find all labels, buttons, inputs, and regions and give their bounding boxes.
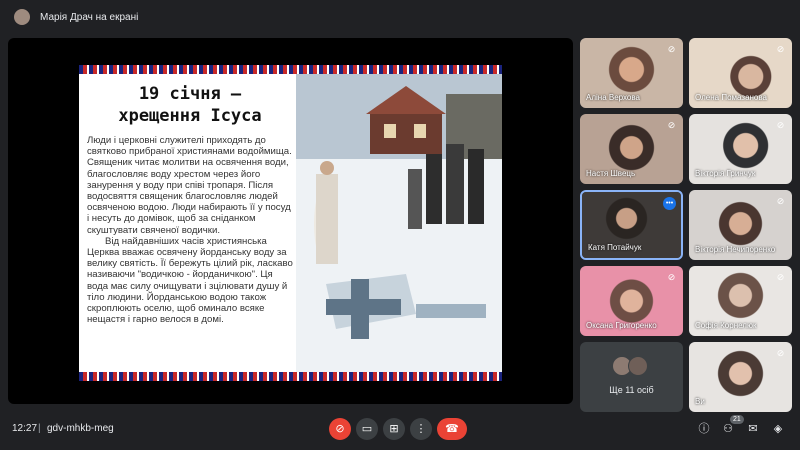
camera-icon[interactable]: ▭ [356, 418, 378, 440]
mic-off-icon: ⊘ [776, 272, 785, 282]
participant-name: Софія Корнелюк [695, 321, 757, 330]
participant-tile[interactable]: ⊘ Аліна Верхова [580, 38, 683, 108]
mic-off-icon: ⊘ [776, 348, 785, 358]
mic-off-icon: ⊘ [776, 120, 785, 130]
avatar [628, 356, 648, 376]
participant-tile[interactable]: ⊘ Вікторія Нечипоренко [689, 190, 792, 260]
slide-title: 19 січня — хрещення Ісуса [87, 83, 293, 127]
self-tile[interactable]: ⊘ Ви [689, 342, 792, 412]
participant-name: Настя Швець [586, 169, 636, 178]
photo-illustration [296, 74, 502, 372]
slide-photo-blessing-of-waters [296, 74, 502, 372]
participant-tile[interactable]: ⊘ Олена Помазанова [689, 38, 792, 108]
participant-name: Вікторія Нечипоренко [695, 245, 776, 254]
clock: 12:27 [12, 423, 38, 434]
slide-title-line1: 19 січня — [138, 84, 242, 104]
hangup-icon[interactable]: ☎ [437, 418, 467, 440]
participant-name: Оксана Григоренко [586, 321, 657, 330]
mic-off-icon: ⊘ [667, 272, 676, 282]
slide-text: 19 січня — хрещення Ісуса Люди і церковн… [85, 75, 295, 371]
meeting-code: gdv-mhkb-meg [47, 423, 114, 434]
top-bar: Марія Драч на екрані [0, 0, 800, 34]
slide-body: Люди і церковні служителі приходять до с… [87, 135, 293, 325]
participant-tile[interactable]: ⊘ Настя Швець [580, 114, 683, 184]
bottom-bar: 12:27 | gdv-mhkb-meg ⊘ ▭ ⊞ ⋮ ☎ ⓘ ⚇ 21 ✉ … [0, 410, 800, 450]
presentation-stage[interactable]: 19 січня — хрещення Ісуса Люди і церковн… [8, 38, 573, 404]
chat-icon[interactable]: ✉ [746, 422, 760, 436]
more-participants-label: Ще 11 осіб [609, 385, 654, 395]
slide: 19 січня — хрещення Ісуса Люди і церковн… [79, 65, 502, 381]
participant-name: Ви [695, 397, 705, 406]
participant-name: Аліна Верхова [586, 93, 640, 102]
participant-tile[interactable]: ⊘ Вікторія Гринчук [689, 114, 792, 184]
presenter-avatar [14, 9, 30, 25]
mic-off-icon: ⊘ [776, 44, 785, 54]
presenter-label: Марія Драч на екрані [40, 11, 139, 23]
participant-tile[interactable]: ⊘ Оксана Григоренко [580, 266, 683, 336]
mic-off-icon: ⊘ [667, 44, 676, 54]
people-icon[interactable]: ⚇ [721, 422, 735, 436]
participant-name: Олена Помазанова [695, 93, 767, 102]
more-participants-tile[interactable]: Ще 11 осіб [580, 342, 683, 412]
info-icon[interactable]: ⓘ [697, 422, 711, 436]
slide-paragraph-2: Від найдавніших часів християнська Церкв… [87, 235, 293, 326]
mic-off-icon[interactable]: ⊘ [329, 418, 351, 440]
slide-ornament-top [79, 65, 502, 74]
participant-name: Вікторія Гринчук [695, 169, 756, 178]
participant-tile-active[interactable]: ••• Катя Потайчук [580, 190, 683, 260]
slide-ornament-bottom [79, 372, 502, 381]
participant-grid: ⊘ Аліна Верхова ⊘ Олена Помазанова ⊘ Нас… [580, 38, 794, 412]
participant-tile[interactable]: ⊘ Софія Корнелюк [689, 266, 792, 336]
speaking-indicator-icon: ••• [663, 197, 676, 210]
present-screen-icon[interactable]: ⊞ [383, 418, 405, 440]
more-participants-avatars [612, 356, 648, 376]
activities-icon[interactable]: ◈ [771, 422, 785, 436]
participants-count-badge: 21 [730, 415, 744, 424]
participant-name: Катя Потайчук [588, 243, 642, 252]
slide-title-line2: хрещення Ісуса [118, 106, 262, 126]
divider: | [38, 423, 41, 434]
mic-off-icon: ⊘ [667, 120, 676, 130]
mic-off-icon: ⊘ [776, 196, 785, 206]
more-vert-icon[interactable]: ⋮ [410, 418, 432, 440]
slide-paragraph-1: Люди і церковні служителі приходять до с… [87, 135, 292, 236]
